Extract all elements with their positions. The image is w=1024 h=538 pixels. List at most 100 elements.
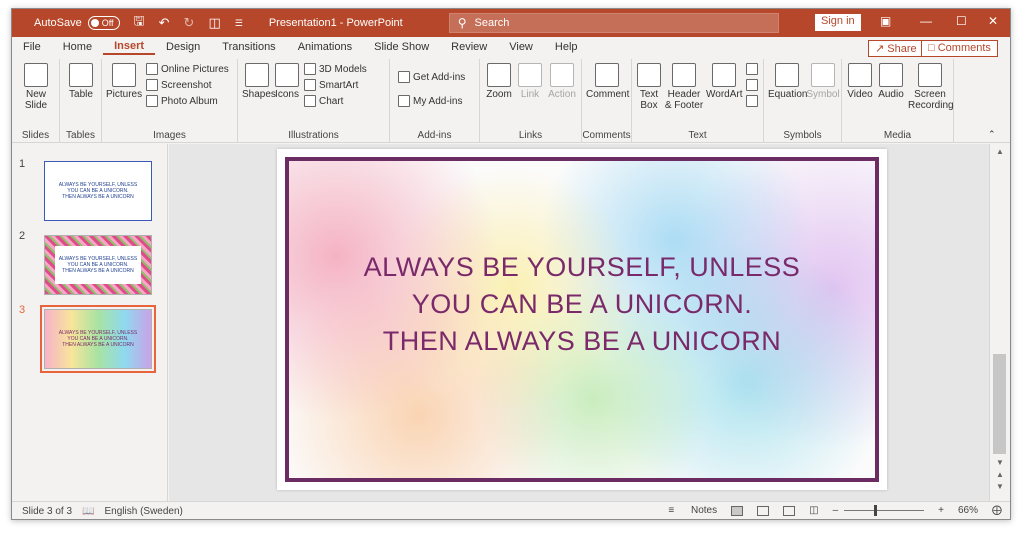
tab-home[interactable]: Home <box>52 41 103 53</box>
video-button[interactable]: Video <box>846 63 874 100</box>
scrollbar-thumb[interactable] <box>993 354 1006 454</box>
3d-models-button[interactable]: 3D Models <box>304 63 367 75</box>
action-button[interactable]: Action <box>546 63 578 100</box>
tab-design[interactable]: Design <box>155 41 211 53</box>
smartart-button[interactable]: SmartArt <box>304 79 358 91</box>
close-icon[interactable]: ✕ <box>988 14 998 28</box>
scroll-up-icon[interactable]: ▲ <box>996 147 1004 156</box>
slide-indicator: Slide 3 of 3 <box>22 505 73 517</box>
slide-thumbnail-2[interactable]: ALWAYS BE YOURSELF, UNLESS YOU CAN BE A … <box>44 235 152 295</box>
slide-thumbnail-3[interactable]: ALWAYS BE YOURSELF, UNLESS YOU CAN BE A … <box>40 305 156 373</box>
language-indicator[interactable]: English (Sweden) <box>105 506 183 517</box>
wordart-label: WordArt <box>706 89 743 100</box>
symbol-button[interactable]: Symbol <box>806 63 840 100</box>
notes-button[interactable]: ≡ Notes <box>654 505 717 516</box>
zoom-slider-knob[interactable] <box>874 505 878 516</box>
new-slide-button[interactable]: New Slide <box>18 63 54 111</box>
wordart-icon <box>712 63 736 87</box>
search-box[interactable]: ⚲ Search <box>448 13 779 33</box>
autosave-toggle[interactable]: Off <box>87 16 120 30</box>
equation-button[interactable]: Equation <box>768 63 807 100</box>
chart-button[interactable]: Chart <box>304 95 343 107</box>
date-time-icon <box>746 63 758 75</box>
zoom-in-icon[interactable]: + <box>938 505 944 516</box>
current-slide[interactable]: ALWAYS BE YOURSELF, UNLESS YOU CAN BE A … <box>277 149 887 490</box>
zoom-button[interactable]: Zoom <box>484 63 514 100</box>
redo-icon[interactable]: ↻ <box>184 15 195 31</box>
group-addins: Get Add-ins My Add-ins Add-ins <box>390 59 480 143</box>
pictures-button[interactable]: Pictures <box>106 63 142 100</box>
shapes-icon <box>245 63 269 87</box>
customize-quick-access-icon[interactable]: ☰ <box>235 18 243 29</box>
group-links: Zoom Link Action Links <box>480 59 582 143</box>
tab-animations[interactable]: Animations <box>287 41 363 53</box>
sign-in-button[interactable]: Sign in <box>815 14 861 31</box>
undo-icon[interactable]: ↶ <box>159 15 170 31</box>
shapes-button[interactable]: Shapes <box>242 63 276 100</box>
zoom-out-icon[interactable]: – <box>833 505 839 516</box>
thumbnail-number: 1 <box>19 158 26 170</box>
object-button[interactable] <box>746 95 761 107</box>
tab-help[interactable]: Help <box>544 41 589 53</box>
tab-review[interactable]: Review <box>440 41 498 53</box>
photo-album-button[interactable]: Photo Album <box>146 95 218 107</box>
fit-to-window-icon[interactable]: ⨁ <box>992 505 1002 516</box>
screen-recording-label-2: Recording <box>908 100 954 111</box>
autosave-state: Off <box>101 18 114 28</box>
wordart-button[interactable]: WordArt <box>706 63 743 100</box>
normal-view-icon[interactable] <box>731 505 744 516</box>
icons-label: Icons <box>275 89 299 100</box>
text-box-label-2: Box <box>640 100 658 111</box>
table-button[interactable]: Table <box>66 63 96 100</box>
audio-button[interactable]: Audio <box>876 63 906 100</box>
slide-sorter-icon[interactable] <box>757 505 770 516</box>
my-addins-button[interactable]: My Add-ins <box>398 95 462 107</box>
minimize-icon[interactable]: — <box>920 14 932 28</box>
slide-title-text[interactable]: ALWAYS BE YOURSELF, UNLESS YOU CAN BE A … <box>277 249 887 360</box>
tab-transitions[interactable]: Transitions <box>211 41 286 53</box>
next-slide-icon[interactable]: ▼ <box>996 482 1004 491</box>
online-pictures-button[interactable]: Online Pictures <box>146 63 229 75</box>
link-label: Link <box>520 89 540 100</box>
reading-view-icon[interactable] <box>783 505 796 516</box>
shapes-label: Shapes <box>242 89 276 100</box>
slide-thumbnail-1[interactable]: ALWAYS BE YOURSELF, UNLESS YOU CAN BE A … <box>44 161 152 221</box>
action-icon <box>550 63 574 87</box>
save-icon[interactable]: 🖫 <box>134 12 145 34</box>
video-icon <box>848 63 872 87</box>
tab-view[interactable]: View <box>498 41 544 53</box>
previous-slide-icon[interactable]: ▲ <box>996 470 1004 479</box>
text-box-button[interactable]: Text Box <box>636 63 662 111</box>
screenshot-button[interactable]: Screenshot <box>146 79 212 91</box>
share-button[interactable]: ↗ Share <box>868 40 924 57</box>
spelling-icon[interactable]: 📖 <box>82 506 94 517</box>
tab-slide-show[interactable]: Slide Show <box>363 41 440 53</box>
header-footer-button[interactable]: Header & Footer <box>664 63 704 111</box>
slide-text-line-1: ALWAYS BE YOURSELF, UNLESS <box>363 252 801 282</box>
zoom-level[interactable]: 66% <box>958 505 978 516</box>
present-icon[interactable]: ◫ <box>208 15 220 31</box>
maximize-icon[interactable]: ☐ <box>956 14 967 28</box>
get-addins-button[interactable]: Get Add-ins <box>398 71 465 83</box>
group-label-addins: Add-ins <box>417 130 452 141</box>
text-box-icon <box>637 63 661 87</box>
3d-models-label: 3D Models <box>319 63 367 75</box>
screen-recording-button[interactable]: Screen Recording <box>908 63 954 111</box>
comment-button[interactable]: Comment <box>586 63 629 100</box>
link-button[interactable]: Link <box>516 63 544 100</box>
slide-number-button[interactable] <box>746 79 761 91</box>
date-time-button[interactable] <box>746 63 761 75</box>
zoom-slider[interactable] <box>844 505 925 516</box>
icons-button[interactable]: Icons <box>274 63 300 100</box>
video-label: Video <box>847 89 873 100</box>
thumbnail-line: THEN ALWAYS BE A UNICORN <box>62 268 134 274</box>
comments-button[interactable]: □ Comments <box>921 40 998 57</box>
group-symbols: Equation Symbol Symbols <box>764 59 842 143</box>
slide-show-icon[interactable]: ◫ <box>809 505 818 516</box>
scroll-down-icon[interactable]: ▼ <box>996 458 1004 467</box>
tab-file[interactable]: File <box>12 41 52 53</box>
ribbon-display-icon[interactable]: ▣ <box>880 14 891 28</box>
vertical-scrollbar[interactable]: ▲ ▼ ▲ ▼ <box>989 144 1010 501</box>
tab-insert[interactable]: Insert <box>103 40 156 55</box>
collapse-ribbon-icon[interactable]: ⌃ <box>988 129 996 140</box>
